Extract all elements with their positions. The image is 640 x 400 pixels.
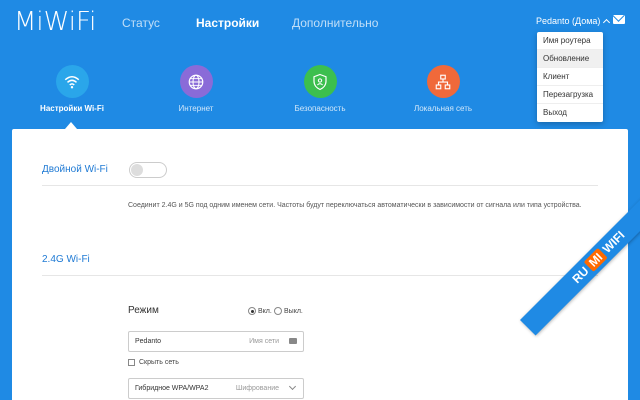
dual-wifi-title: Двойной Wi-Fi: [42, 164, 108, 175]
keyboard-icon: [289, 338, 297, 344]
tab-label: Безопасность: [294, 104, 346, 113]
radio-on[interactable]: Вкл.: [248, 307, 272, 315]
menu-item-update[interactable]: Обновление: [537, 50, 603, 68]
chevron-down-icon: [288, 382, 297, 391]
menu-item-router-name[interactable]: Имя роутера: [537, 32, 603, 50]
menu-item-reboot[interactable]: Перезагрузка: [537, 86, 603, 104]
hide-network-checkbox[interactable]: Скрыть сеть: [128, 359, 179, 366]
menu-item-logout[interactable]: Выход: [537, 104, 603, 122]
encryption-select[interactable]: Гибридное WPA/WPA2 Шифрование: [128, 378, 304, 399]
checkbox-box: [128, 359, 135, 366]
radio-dot: [248, 307, 256, 315]
tab-icon-circle: [179, 65, 213, 98]
tab-security[interactable]: Безопасность: [275, 65, 365, 113]
network-icon: [435, 74, 451, 89]
user-name: Pedanto (Дома): [536, 16, 601, 26]
radio-dot: [274, 307, 282, 315]
encryption-placeholder: Шифрование: [235, 385, 279, 392]
radio-off[interactable]: Выкл.: [274, 307, 303, 315]
mail-icon[interactable]: [613, 15, 625, 24]
shield-icon: [313, 73, 327, 90]
radio-off-label: Выкл.: [284, 307, 303, 315]
wifi-icon: [64, 75, 80, 88]
tab-label: Настройки Wi-Fi: [40, 104, 104, 113]
menu-item-client[interactable]: Клиент: [537, 68, 603, 86]
tab-local-network[interactable]: Локальная сеть: [398, 65, 488, 113]
nav-status[interactable]: Статус: [122, 16, 160, 30]
ssid-value: Pedanto: [135, 338, 162, 345]
chevron-up-icon: [603, 18, 611, 27]
tab-icon-circle: [55, 65, 89, 98]
toggle-knob: [131, 164, 143, 176]
tab-internet[interactable]: Интернет: [151, 65, 241, 113]
settings-panel: Двойной Wi-Fi Соединит 2.4G и 5G под одн…: [12, 129, 628, 400]
globe-icon: [188, 74, 204, 89]
divider: [42, 185, 598, 186]
dual-wifi-description: Соединит 2.4G и 5G под одним именем сети…: [128, 202, 582, 209]
tab-wifi-settings[interactable]: Настройки Wi-Fi: [27, 65, 117, 113]
tab-label: Локальная сеть: [413, 104, 473, 113]
nav-advanced[interactable]: Дополнительно: [292, 16, 378, 30]
user-menu[interactable]: Pedanto (Дома): [536, 16, 611, 27]
ssid-input[interactable]: Pedanto Имя сети: [128, 331, 304, 352]
logo: MiWiFi: [14, 7, 97, 37]
ssid-placeholder: Имя сети: [249, 338, 279, 345]
active-tab-caret: [65, 122, 77, 129]
divider: [42, 275, 598, 276]
tab-label: Интернет: [178, 104, 214, 113]
tab-icon-circle: [426, 65, 460, 98]
hide-network-label: Скрыть сеть: [139, 359, 179, 366]
user-dropdown: Имя роутера Обновление Клиент Перезагруз…: [537, 32, 603, 122]
nav-settings[interactable]: Настройки: [196, 16, 259, 30]
wifi24-title: 2.4G Wi-Fi: [42, 254, 90, 265]
dual-wifi-toggle[interactable]: [129, 162, 167, 178]
encryption-value: Гибридное WPA/WPA2: [135, 385, 209, 392]
tab-icon-circle: [303, 65, 337, 98]
radio-on-label: Вкл.: [258, 307, 272, 315]
mode-label: Режим: [128, 305, 159, 316]
